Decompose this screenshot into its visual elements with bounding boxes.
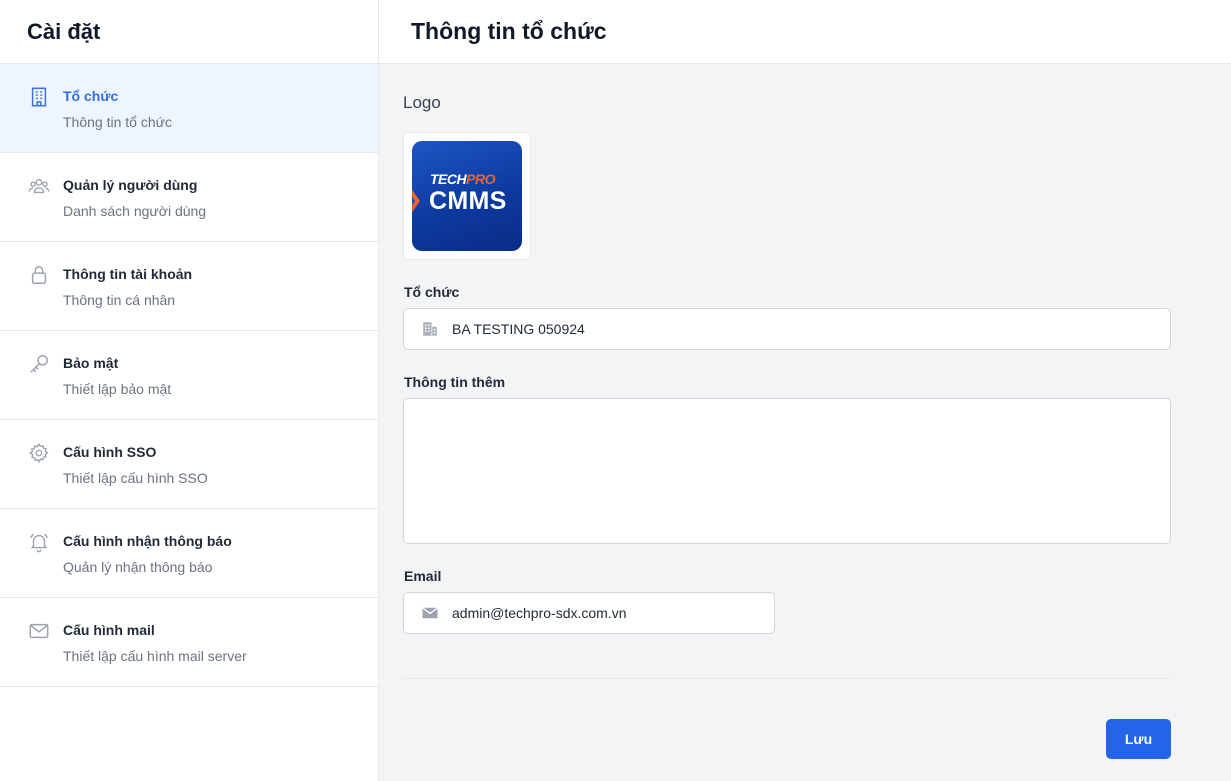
building-icon <box>28 86 50 108</box>
sidebar-item-label: Tổ chức <box>63 88 119 104</box>
gear-icon <box>28 442 50 464</box>
page-header: Thông tin tổ chức <box>379 0 1231 64</box>
bell-icon <box>28 531 50 553</box>
users-icon <box>28 175 50 197</box>
sidebar-item-subtitle: Danh sách người dùng <box>63 203 207 219</box>
sidebar-header: Cài đặt <box>0 0 378 64</box>
sidebar-item-subtitle: Thông tin tổ chức <box>63 114 172 130</box>
sidebar-item-account-info[interactable]: Thông tin tài khoản Thông tin cá nhân <box>0 242 378 331</box>
sidebar-item-subtitle: Thiết lập cấu hình SSO <box>63 470 208 486</box>
organization-value: BA TESTING 050924 <box>452 321 585 337</box>
organization-logo: TECHPRO CMMS <box>412 141 522 251</box>
email-field[interactable]: admin@techpro-sdx.com.vn <box>403 592 775 634</box>
sidebar-item-label: Cấu hình nhận thông báo <box>63 533 232 549</box>
logo-wordmark-techpro: TECHPRO <box>430 171 495 187</box>
sidebar-item-subtitle: Thông tin cá nhân <box>63 292 176 308</box>
logo-wordmark-cmms: CMMS <box>429 187 507 215</box>
sidebar-item-sso-config[interactable]: Cấu hình SSO Thiết lập cấu hình SSO <box>0 420 378 509</box>
extra-info-textarea[interactable] <box>403 398 1171 544</box>
sidebar-title: Cài đặt <box>27 18 101 44</box>
logo-label: Logo <box>403 93 441 112</box>
form-divider <box>403 678 1171 679</box>
email-label: Email <box>404 568 442 584</box>
sidebar-item-subtitle: Thiết lập bảo mật <box>63 381 172 397</box>
sidebar-item-subtitle: Quản lý nhận thông báo <box>63 559 213 575</box>
sidebar-item-label: Bảo mật <box>63 355 119 371</box>
sidebar-item-mail-config[interactable]: Cấu hình mail Thiết lập cấu hình mail se… <box>0 598 378 687</box>
extra-info-label: Thông tin thêm <box>404 374 506 390</box>
key-icon <box>28 353 50 375</box>
mail-icon <box>28 620 50 642</box>
organization-form: Logo TECHPRO CMMS Tổ chức BA TESTING 050… <box>379 64 1231 781</box>
sidebar-item-label: Thông tin tài khoản <box>63 266 193 282</box>
sidebar-item-user-management[interactable]: Quản lý người dùng Danh sách người dùng <box>0 153 378 242</box>
logo-arrow-inner <box>412 185 415 217</box>
sidebar-item-subtitle: Thiết lập cấu hình mail server <box>63 648 247 664</box>
organization-label: Tổ chức <box>404 284 460 300</box>
lock-icon <box>28 264 50 286</box>
page-title: Thông tin tổ chức <box>411 18 607 44</box>
email-value: admin@techpro-sdx.com.vn <box>452 605 627 621</box>
sidebar-item-organization[interactable]: Tổ chức Thông tin tổ chức <box>0 64 378 153</box>
mail-icon <box>421 604 439 622</box>
sidebar-item-label: Cấu hình mail <box>63 622 155 638</box>
sidebar-item-notification-config[interactable]: Cấu hình nhận thông báo Quản lý nhận thô… <box>0 509 378 598</box>
building-icon <box>421 320 439 338</box>
sidebar-item-security[interactable]: Bảo mật Thiết lập bảo mật <box>0 331 378 420</box>
settings-sidebar: Cài đặt Tổ chức Thông tin tổ chức Quản l… <box>0 0 379 781</box>
organization-field[interactable]: BA TESTING 050924 <box>403 308 1171 350</box>
save-button[interactable]: Lưu <box>1106 719 1171 759</box>
sidebar-item-label: Quản lý người dùng <box>63 177 198 193</box>
logo-upload[interactable]: TECHPRO CMMS <box>403 132 531 260</box>
sidebar-item-label: Cấu hình SSO <box>63 444 157 460</box>
